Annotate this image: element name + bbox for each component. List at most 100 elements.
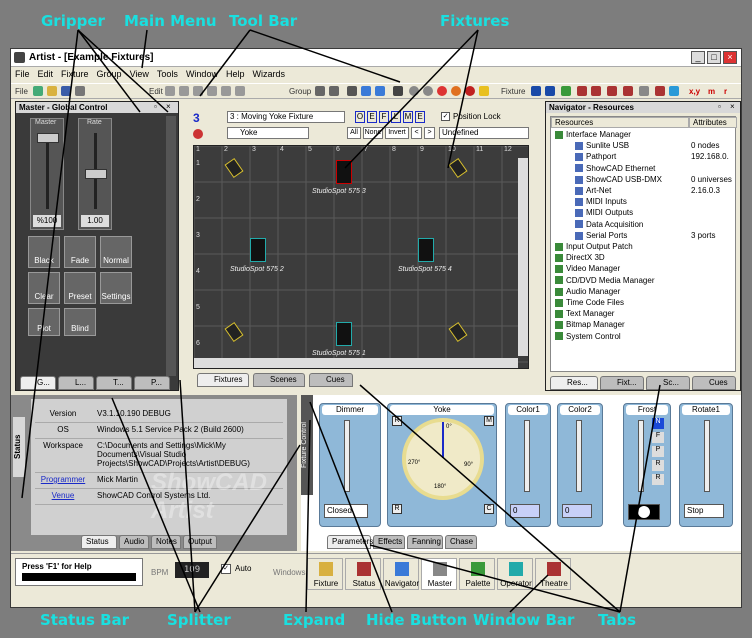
ungroup-icon[interactable] (329, 86, 339, 96)
tree-item[interactable]: Text Manager (551, 308, 737, 319)
minimize-button[interactable]: _ (691, 51, 705, 64)
color2-value[interactable]: 0 (562, 504, 592, 518)
tab-fixtures[interactable]: Fixtures (197, 373, 249, 387)
letter-m-button[interactable]: M (403, 111, 413, 123)
menu-wizards[interactable]: Wizards (248, 68, 289, 80)
dimmer-value[interactable]: Closed (324, 504, 368, 518)
fixture-select[interactable]: 3 : Moving Yoke Fixture (227, 111, 345, 123)
fixture5-icon[interactable] (655, 86, 665, 96)
yoke-r-button-bottom[interactable]: R (392, 504, 402, 514)
nav-tab-fixtures[interactable]: Fixt... (600, 376, 644, 390)
status-tab-status[interactable]: Status (81, 535, 117, 549)
navigator-hide-icon[interactable]: ▫ (718, 102, 721, 111)
fixture-icon[interactable] (577, 86, 587, 96)
tree-item[interactable]: Video Manager (551, 263, 737, 274)
letter-o-button[interactable]: O (355, 111, 365, 123)
tree-item[interactable]: Interface Manager (551, 129, 737, 140)
frost-p-button[interactable]: P (652, 446, 664, 457)
tab-cues[interactable]: Cues (309, 373, 353, 387)
tree-item[interactable]: DirectX 3D (551, 252, 737, 263)
orange-dot-icon[interactable] (451, 86, 461, 96)
fade-button[interactable]: Fade (64, 236, 96, 268)
window-button-palette[interactable]: Palette (459, 558, 495, 590)
tree-item[interactable]: Time Code Files (551, 297, 737, 308)
grid-hscrollbar[interactable] (194, 358, 518, 368)
fc-tab-chase[interactable]: Chase (445, 535, 477, 549)
window-button-theatre[interactable]: Theatre (535, 558, 571, 590)
nav-tab-resources[interactable]: Res... (550, 376, 598, 390)
attributes-column-header[interactable]: Attributes (689, 117, 737, 128)
tree-item[interactable]: Bitmap Manager (551, 319, 737, 330)
rate-fader-handle[interactable] (85, 169, 107, 179)
back-arrow-icon[interactable] (361, 86, 371, 96)
fc-tab-parameters[interactable]: Parameters (327, 535, 373, 549)
letter-f-button[interactable]: F (379, 111, 389, 123)
master-tab-l[interactable]: L... (58, 376, 94, 390)
bpm-value[interactable]: 109 (175, 562, 209, 578)
group-icon[interactable] (315, 86, 325, 96)
xy-button[interactable]: x,y (689, 87, 700, 96)
tree-item[interactable]: Data Acquisition (551, 219, 737, 230)
navigator-title[interactable]: Navigator - Resources (546, 102, 740, 113)
delete-icon[interactable] (207, 86, 217, 96)
dimmer-fader[interactable] (344, 420, 350, 492)
menu-edit[interactable]: Edit (34, 68, 58, 80)
status-tab-notes[interactable]: Notes (151, 535, 181, 549)
fixture-studiospot-4[interactable] (418, 238, 434, 262)
fixture-studiospot-3[interactable] (336, 160, 352, 184)
master-close-icon[interactable]: × (166, 102, 176, 112)
normal-button[interactable]: Normal (100, 236, 132, 268)
status-side-title[interactable]: Status (13, 417, 25, 477)
color1-value[interactable]: 0 (510, 504, 540, 518)
frost-r2-button[interactable]: R (652, 474, 664, 485)
fixture-studiospot-2[interactable] (250, 238, 266, 262)
master-tab-p[interactable]: P... (134, 376, 170, 390)
color1-fader[interactable] (524, 420, 530, 492)
yoke-select[interactable]: Yoke (227, 127, 309, 139)
fixture4-icon[interactable] (623, 86, 633, 96)
menu-file[interactable]: File (11, 68, 34, 80)
print-icon[interactable] (75, 86, 85, 96)
yoke-dial[interactable]: 0° 90° 180° 270° (402, 418, 484, 500)
copy-icon[interactable] (179, 86, 189, 96)
tree-item[interactable]: Input Output Patch (551, 241, 737, 252)
tree-item[interactable]: MIDI Inputs (551, 196, 737, 207)
frost-preview[interactable] (628, 504, 660, 520)
preset-button[interactable]: Preset (64, 272, 96, 304)
window-button-fixture[interactable]: Fixture (307, 558, 343, 590)
new-icon[interactable] (33, 86, 43, 96)
save-icon[interactable] (61, 86, 71, 96)
master-hide-icon[interactable]: ▫ (154, 102, 164, 112)
master-tab-t[interactable]: T... (96, 376, 132, 390)
tree-item[interactable]: Serial Ports 3 ports (551, 230, 737, 241)
yoke-m-button[interactable]: M (484, 416, 494, 426)
black-button[interactable]: Black (28, 236, 60, 268)
next-icon[interactable] (545, 86, 555, 96)
status-key[interactable]: Venue (35, 491, 91, 500)
fc-tab-effects[interactable]: Effects (373, 535, 405, 549)
window-button-navigator[interactable]: Navigator (383, 558, 419, 590)
undo-icon[interactable] (221, 86, 231, 96)
yoke-c-button[interactable]: C (484, 504, 494, 514)
eraser-icon[interactable] (639, 86, 649, 96)
tree-item[interactable]: Pathport 192.168.0. (551, 151, 737, 162)
r-button[interactable]: r (724, 87, 727, 96)
none-button[interactable]: None (363, 127, 383, 139)
window-icon[interactable] (347, 86, 357, 96)
fixture3-icon[interactable] (607, 86, 617, 96)
next-fixture-button[interactable]: > (424, 127, 435, 139)
tree-item[interactable]: Art-Net 2.16.0.3 (551, 185, 737, 196)
menu-window[interactable]: Window (182, 68, 222, 80)
rotate1-fader[interactable] (704, 420, 710, 492)
rotate1-value[interactable]: Stop (684, 504, 724, 518)
master-fader-handle[interactable] (37, 133, 59, 143)
plot-button[interactable]: Plot (28, 308, 60, 336)
fixture2-icon[interactable] (591, 86, 601, 96)
clear-button[interactable]: Clear (28, 272, 60, 304)
yoke-r-button-top[interactable]: R (392, 416, 402, 426)
resources-tree[interactable]: Resources Attributes Interface Manager Su… (550, 116, 737, 372)
red-circle-icon[interactable] (465, 86, 475, 96)
prev-fixture-button[interactable]: < (411, 127, 422, 139)
yellow-icon[interactable] (479, 86, 489, 96)
resources-column-header[interactable]: Resources (551, 117, 689, 128)
